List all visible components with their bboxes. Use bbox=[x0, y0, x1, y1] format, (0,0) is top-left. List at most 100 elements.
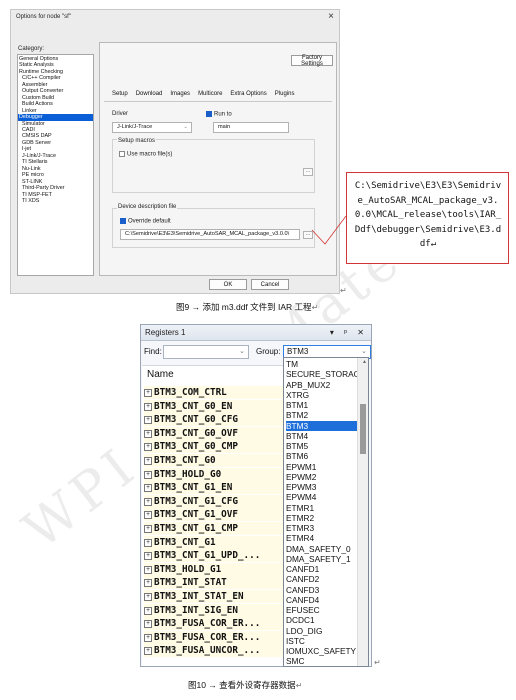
figure-10-caption: 图10 → 查看外设寄存器数据↵ bbox=[188, 679, 302, 691]
expand-icon[interactable]: + bbox=[144, 402, 152, 411]
group-option[interactable]: EPWM3 bbox=[286, 482, 358, 492]
expand-icon[interactable]: + bbox=[144, 389, 152, 397]
find-input[interactable]: ⌄ bbox=[163, 345, 249, 359]
group-option[interactable]: ETMR2 bbox=[286, 513, 358, 523]
register-name: BTM3_FUSA_UNCOR_... bbox=[154, 645, 261, 657]
table-row[interactable]: + BTM3_CNT_G1_UPD_... bbox=[144, 549, 283, 563]
expand-icon[interactable]: + bbox=[144, 525, 152, 533]
scroll-up-icon[interactable]: ▲ bbox=[362, 359, 367, 365]
expand-icon[interactable]: + bbox=[144, 457, 152, 465]
group-option[interactable]: EPWM4 bbox=[286, 492, 358, 502]
group-option[interactable]: ETMR4 bbox=[286, 533, 358, 543]
expand-icon[interactable]: + bbox=[144, 443, 152, 452]
group-option[interactable]: DMA_SAFETY_0 bbox=[286, 544, 358, 554]
register-name: BTM3_CNT_G1_CFG bbox=[154, 495, 238, 507]
return-mark: ↵ bbox=[311, 303, 319, 312]
group-option[interactable]: EPWM2 bbox=[286, 472, 358, 482]
group-option[interactable]: ETMR3 bbox=[286, 523, 358, 533]
expand-icon[interactable]: + bbox=[144, 552, 152, 561]
group-option[interactable]: SMC bbox=[286, 656, 358, 666]
find-label: Find: bbox=[144, 347, 162, 356]
group-option[interactable]: LDO_DIG bbox=[286, 626, 358, 636]
group-option[interactable]: BTM3 bbox=[286, 420, 358, 431]
expand-icon[interactable]: + bbox=[144, 579, 152, 588]
expand-icon[interactable]: + bbox=[144, 606, 152, 615]
expand-icon[interactable]: + bbox=[144, 538, 152, 547]
window-controls-icon[interactable]: ▾ ᵖ ✕ bbox=[330, 325, 368, 340]
group-option[interactable]: BTM2 bbox=[286, 410, 358, 420]
register-name: BTM3_CNT_G0_OVF bbox=[154, 427, 238, 439]
group-option[interactable]: APB_MUX2 bbox=[286, 380, 358, 390]
group-option[interactable]: BTM5 bbox=[286, 441, 358, 451]
group-option[interactable]: CANFD3 bbox=[286, 585, 358, 595]
register-name: BTM3_CNT_G0_CFG bbox=[154, 414, 238, 426]
table-row[interactable]: + BTM3_INT_STAT bbox=[144, 576, 283, 590]
ddf-path-callout: C:\Semidrive\E3\E3\Semidrive_AutoSAR_MCA… bbox=[346, 172, 509, 264]
table-row[interactable]: + BTM3_FUSA_UNCOR_... bbox=[144, 644, 283, 658]
register-name: BTM3_INT_STAT bbox=[154, 577, 227, 589]
registers-titlebar: Registers 1 ▾ ᵖ ✕ bbox=[141, 325, 371, 341]
group-option[interactable]: DMA_SAFETY_1 bbox=[286, 554, 358, 564]
table-row[interactable]: + BTM3_CNT_G0 bbox=[144, 454, 283, 467]
expand-icon[interactable]: + bbox=[144, 497, 152, 506]
caption-text: 图9 → 添加 m3.ddf 文件到 IAR 工程 bbox=[176, 302, 312, 312]
expand-icon[interactable]: + bbox=[144, 565, 152, 574]
register-name: BTM3_CNT_G1_UPD_... bbox=[154, 550, 261, 562]
table-row[interactable]: + BTM3_COM_CTRL bbox=[144, 386, 283, 399]
table-row[interactable]: + BTM3_CNT_G1_EN bbox=[144, 481, 283, 495]
table-row[interactable]: + BTM3_CNT_G1_CFG bbox=[144, 494, 283, 508]
expand-icon[interactable]: + bbox=[144, 429, 152, 438]
table-row[interactable]: + BTM3_CNT_G0_CFG bbox=[144, 413, 283, 427]
name-column-header[interactable]: Name bbox=[147, 369, 174, 380]
expand-icon[interactable]: + bbox=[144, 416, 152, 425]
group-option[interactable]: SECURE_STORAGE bbox=[286, 369, 358, 379]
expand-icon[interactable]: + bbox=[144, 593, 152, 601]
group-option[interactable]: BTM4 bbox=[286, 431, 358, 441]
table-row[interactable]: + BTM3_HOLD_G0 bbox=[144, 467, 283, 481]
group-option[interactable]: BTM6 bbox=[286, 451, 358, 461]
table-row[interactable]: + BTM3_CNT_G0_OVF bbox=[144, 426, 283, 440]
register-name: BTM3_CNT_G1 bbox=[154, 536, 216, 548]
table-row[interactable]: + BTM3_CNT_G1_OVF bbox=[144, 508, 283, 522]
group-option[interactable]: XTRG bbox=[286, 390, 358, 400]
group-option[interactable]: IOMUXC_SAFETY bbox=[286, 646, 358, 656]
expand-icon[interactable]: + bbox=[144, 484, 152, 493]
group-option[interactable]: EFUSEC bbox=[286, 605, 358, 615]
group-dropdown[interactable]: TM SECURE_STORAGE APB_MUX2 XTRG BTM1 BTM2 BTM3… bbox=[283, 357, 369, 667]
table-row[interactable]: + BTM3_INT_SIG_EN bbox=[144, 603, 283, 617]
table-row[interactable]: + BTM3_HOLD_G1 bbox=[144, 562, 283, 576]
scroll-thumb[interactable] bbox=[360, 404, 366, 454]
register-name: BTM3_CNT_G1_CMP bbox=[154, 523, 238, 534]
register-name: BTM3_CNT_G1_OVF bbox=[154, 509, 238, 521]
group-option[interactable]: CANFD4 bbox=[286, 595, 358, 605]
group-option[interactable]: TM bbox=[286, 359, 358, 369]
register-name: BTM3_FUSA_COR_ER... bbox=[154, 631, 261, 643]
expand-icon[interactable]: + bbox=[144, 647, 152, 656]
group-option[interactable]: CANFD2 bbox=[286, 574, 358, 584]
register-name: BTM3_CNT_G0 bbox=[154, 455, 216, 466]
table-row[interactable]: + BTM3_CNT_G1_CMP bbox=[144, 522, 283, 535]
table-row[interactable]: + BTM3_CNT_G1 bbox=[144, 535, 283, 549]
register-name: BTM3_CNT_G1_EN bbox=[154, 482, 233, 494]
register-name: BTM3_INT_STAT_EN bbox=[154, 591, 244, 602]
group-option[interactable]: CANFD1 bbox=[286, 564, 358, 574]
register-name: BTM3_COM_CTRL bbox=[154, 387, 227, 398]
return-mark: ↵ bbox=[374, 658, 381, 667]
table-row[interactable]: + BTM3_INT_STAT_EN bbox=[144, 590, 283, 603]
table-row[interactable]: + BTM3_FUSA_COR_ER... bbox=[144, 617, 283, 631]
register-name: BTM3_FUSA_COR_ER... bbox=[154, 618, 261, 630]
group-option[interactable]: EPWM1 bbox=[286, 462, 358, 472]
expand-icon[interactable]: + bbox=[144, 511, 152, 520]
group-option[interactable]: ETMR1 bbox=[286, 503, 358, 513]
table-row[interactable]: + BTM3_CNT_G0_EN bbox=[144, 399, 283, 413]
group-option[interactable]: ISTC bbox=[286, 636, 358, 646]
group-option[interactable]: DCDC1 bbox=[286, 615, 358, 625]
expand-icon[interactable]: + bbox=[144, 470, 152, 479]
expand-icon[interactable]: + bbox=[144, 633, 152, 642]
table-row[interactable]: + BTM3_CNT_G0_CMP bbox=[144, 440, 283, 454]
group-label: Group: bbox=[256, 347, 281, 356]
expand-icon[interactable]: + bbox=[144, 620, 152, 629]
dropdown-scrollbar[interactable]: ▲ bbox=[357, 358, 368, 666]
group-option[interactable]: BTM1 bbox=[286, 400, 358, 410]
table-row[interactable]: + BTM3_FUSA_COR_ER... bbox=[144, 630, 283, 644]
